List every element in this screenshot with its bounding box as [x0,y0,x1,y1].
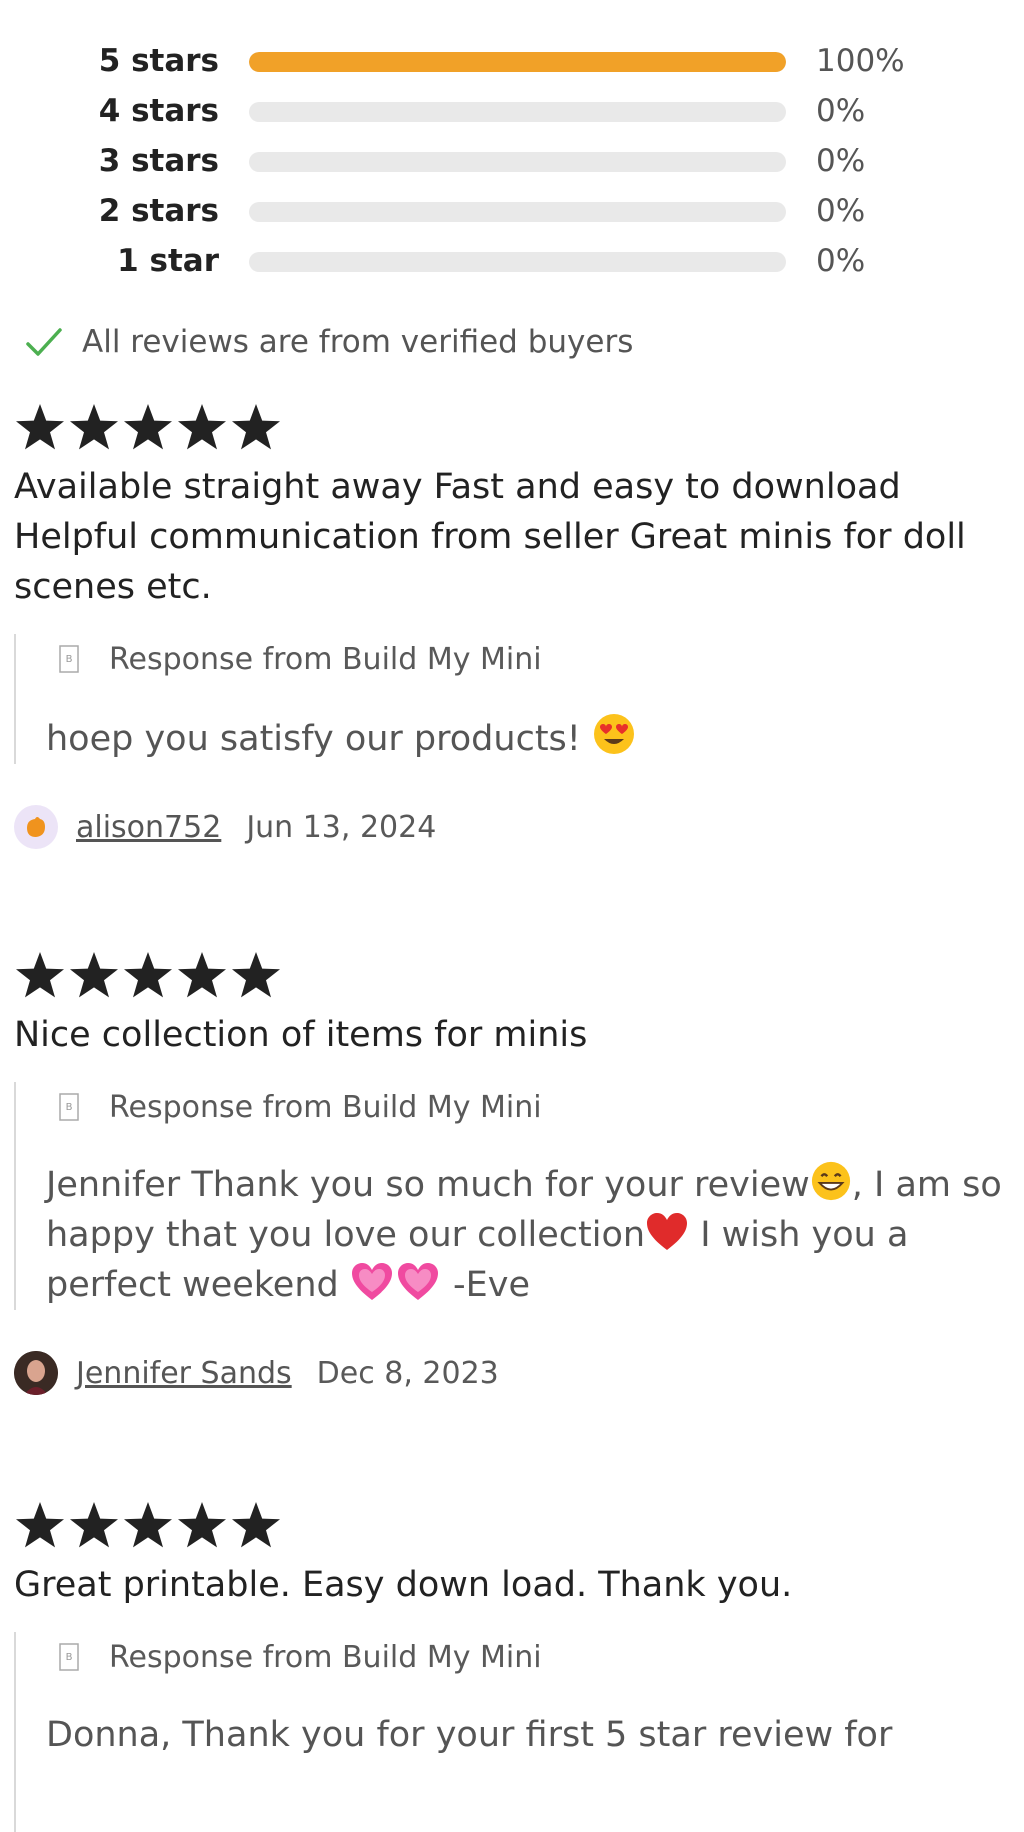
reviewer-info: Jennifer Sands Dec 8, 2023 [14,1350,1014,1396]
seller-response: B Response from Build My Mini Donna, Tha… [14,1632,1014,1832]
reviewer-avatar[interactable] [14,1351,58,1395]
star-icon [70,404,118,450]
review-date: Jun 13, 2024 [246,809,437,845]
rating-row-1: 1 star 0% [0,240,1024,290]
rating-row-label: 5 stars [98,43,219,79]
response-header: B Response from Build My Mini [46,1082,1014,1132]
review-card: Available straight away Fast and easy to… [14,402,1014,850]
star-icon [124,952,172,998]
response-text: Donna, Thank you for your first 5 star r… [46,1715,893,1755]
verified-buyers-text: All reviews are from verified buyers [82,324,634,360]
verified-buyers-notice: All reviews are from verified buyers [24,320,633,364]
rating-bar-track [249,202,786,222]
shop-logo-icon: B [59,1093,79,1121]
response-header: B Response from Build My Mini [46,634,1014,684]
rating-bar-track [249,252,786,272]
rating-bar-track [249,152,786,172]
star-rating [14,1500,1014,1550]
rating-bar-track [249,102,786,122]
rating-row-2: 2 stars 0% [0,190,1024,240]
rating-row-label: 1 star [117,243,219,279]
heart-eyes-emoji [593,714,634,754]
star-icon [232,404,280,450]
star-icon [178,952,226,998]
svg-text:B: B [66,1102,73,1113]
star-icon [178,404,226,450]
review-card: Nice collection of items for minis B Res… [14,950,1014,1396]
star-icon [232,1502,280,1548]
star-icon [16,404,64,450]
reviewer-avatar[interactable] [14,805,58,849]
reviewer-name-link[interactable]: Jennifer Sands [76,1356,292,1391]
response-heading: Response from Build My Mini [109,641,542,677]
star-icon [70,952,118,998]
review-text: Available straight away Fast and easy to… [14,467,966,607]
rating-row-percent: 0% [816,143,866,179]
pink-hearts-emoji [351,1263,438,1300]
review-text: Nice collection of items for minis [14,1015,588,1055]
rating-row-4: 4 stars 0% [0,90,1024,140]
svg-text:B: B [66,1652,73,1663]
reviewer-info: alison752 Jun 13, 2024 [14,804,1014,850]
checkmark-icon [26,328,62,356]
star-rating [14,402,1014,452]
star-icon [178,1502,226,1548]
response-text: hoep you satisfy our products! [46,712,1006,764]
rating-row-label: 3 stars [98,143,219,179]
rating-row-percent: 0% [816,243,866,279]
rating-row-label: 2 stars [98,193,219,229]
review-text: Great printable. Easy down load. Thank y… [14,1565,793,1605]
rating-row-label: 4 stars [98,93,219,129]
star-icon [124,404,172,450]
seller-response: B Response from Build My Mini Jennifer T… [14,1082,1014,1310]
star-rating [14,950,1014,1000]
star-icon [124,1502,172,1548]
response-text-part: hoep you satisfy our products! [46,719,581,759]
shop-logo-icon: B [59,645,79,673]
reviewer-name-link[interactable]: alison752 [76,810,221,845]
hand-avatar-icon [27,817,45,837]
seller-response: B Response from Build My Mini hoep you s… [14,634,1014,764]
rating-bar-fill [249,52,786,72]
response-text-part: Jennifer Thank you so much for your revi… [46,1165,810,1205]
rating-row-5: 5 stars 100% [0,40,1024,90]
red-heart-emoji [647,1213,688,1250]
rating-row-percent: 100% [816,43,905,79]
review-date: Dec 8, 2023 [316,1355,499,1391]
review-card: Great printable. Easy down load. Thank y… [14,1500,1014,1832]
grinning-emoji [811,1161,850,1201]
response-heading: Response from Build My Mini [109,1089,542,1125]
rating-row-percent: 0% [816,93,866,129]
star-icon [70,1502,118,1548]
response-heading: Response from Build My Mini [109,1639,542,1675]
star-icon [232,952,280,998]
rating-row-3: 3 stars 0% [0,140,1024,190]
shop-logo-icon: B [59,1643,79,1671]
photo-avatar [14,1351,58,1395]
rating-row-percent: 0% [816,193,866,229]
response-text: Jennifer Thank you so much for your revi… [46,1160,1006,1310]
response-header: B Response from Build My Mini [46,1632,1014,1682]
star-icon [16,1502,64,1548]
svg-text:B: B [66,654,73,665]
star-icon [16,952,64,998]
response-text-part: -Eve [441,1265,530,1305]
rating-bar-track [249,52,786,72]
